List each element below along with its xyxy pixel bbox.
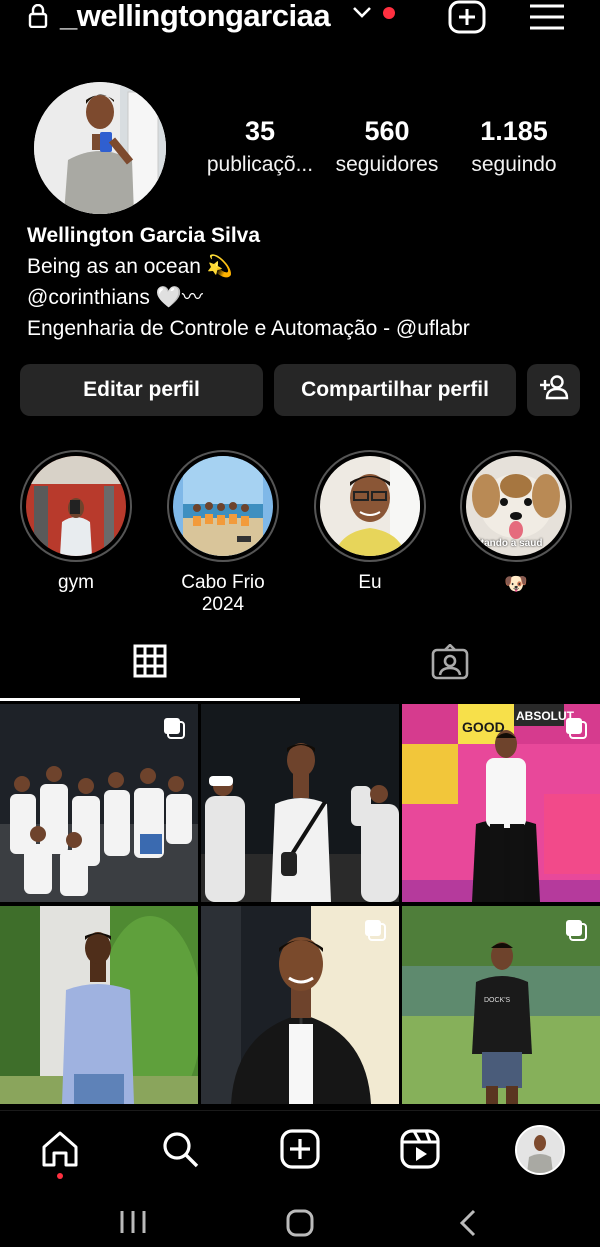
bio-line-2[interactable]: @corinthians 🤍〰	[27, 282, 470, 313]
stat-posts[interactable]: 35 publicaçõ...	[200, 116, 320, 177]
stat-following[interactable]: 1.185 seguindo	[464, 116, 564, 177]
profile-avatar[interactable]	[34, 82, 166, 214]
multiple-posts-icon	[363, 918, 387, 942]
tagged-icon[interactable]	[431, 643, 469, 685]
share-profile-button[interactable]: Compartilhar perfil	[274, 364, 516, 416]
highlight-label: gym	[58, 572, 94, 593]
highlight-label: Eu	[358, 572, 382, 593]
profile-avatar[interactable]	[515, 1125, 565, 1175]
search-icon[interactable]	[160, 1129, 200, 1174]
bio-line-1: Being as an ocean 💫	[27, 255, 233, 278]
profile-tabs	[0, 640, 600, 702]
followers-label: seguidores	[335, 153, 439, 176]
highlight-thumbnail	[173, 456, 273, 556]
highlight-thumbnail	[320, 456, 420, 556]
grid-icon[interactable]	[133, 644, 167, 683]
create-icon[interactable]	[280, 1129, 320, 1174]
bio: Wellington Garcia Silva Being as an ocea…	[27, 220, 470, 344]
multiple-posts-icon	[564, 716, 588, 740]
notification-dot	[57, 1173, 63, 1179]
active-tab-indicator	[0, 698, 300, 701]
username-switcher[interactable]: _wellingtongarciaa	[60, 0, 331, 34]
highlight-dog[interactable]: itando a saud 🐶	[458, 450, 574, 596]
reels-icon[interactable]	[400, 1129, 440, 1174]
post-overlay-text: GOOD	[462, 719, 505, 735]
post-thumbnail[interactable]	[201, 906, 399, 1104]
menu-icon[interactable]	[528, 3, 566, 36]
following-count: 1.185	[480, 116, 548, 146]
add-icon[interactable]	[448, 0, 486, 39]
edit-profile-button[interactable]: Editar perfil	[20, 364, 263, 416]
following-label: seguindo	[471, 153, 557, 176]
home-icon[interactable]	[40, 1129, 80, 1174]
post-grid: GOOD ABSOLUT. DOCK'S	[0, 704, 600, 1104]
post-thumbnail[interactable]	[0, 704, 198, 902]
highlight-thumbnail	[26, 456, 126, 556]
followers-count: 560	[364, 116, 410, 146]
stat-followers[interactable]: 560 seguidores	[328, 116, 446, 177]
bottom-navigation	[0, 1110, 600, 1190]
lock-icon	[28, 3, 48, 33]
post-thumbnail[interactable]: GOOD ABSOLUT.	[402, 704, 600, 902]
highlight-label: 🐶	[504, 574, 528, 595]
chevron-down-icon[interactable]	[352, 5, 372, 26]
post-thumbnail[interactable]	[201, 704, 399, 902]
highlight-cabo-frio[interactable]: Cabo Frio 2024	[165, 450, 281, 616]
discover-people-button[interactable]	[527, 364, 580, 416]
notification-dot	[383, 7, 395, 19]
highlight-gym[interactable]: gym	[18, 450, 134, 594]
recent-apps-icon[interactable]	[118, 1209, 148, 1240]
highlight-eu[interactable]: Eu	[312, 450, 428, 594]
post-thumbnail[interactable]: DOCK'S	[402, 906, 600, 1104]
posts-label: publicaçõ...	[206, 153, 314, 176]
multiple-posts-icon	[564, 918, 588, 942]
multiple-posts-icon	[162, 716, 186, 740]
post-thumbnail[interactable]	[0, 906, 198, 1104]
highlight-label: Cabo Frio 2024	[181, 572, 265, 615]
home-button-icon[interactable]	[286, 1209, 314, 1242]
highlight-overlay-text: itando a saud	[478, 538, 543, 549]
display-name: Wellington Garcia Silva	[27, 224, 261, 247]
posts-count: 35	[244, 116, 276, 146]
system-navigation-bar	[0, 1195, 600, 1247]
profile-header: _wellingtongarciaa	[0, 0, 600, 40]
svg-text:DOCK'S: DOCK'S	[484, 997, 511, 1004]
highlight-thumbnail: itando a saud	[466, 456, 566, 556]
add-person-icon	[539, 374, 569, 406]
bio-line-3[interactable]: Engenharia de Controle e Automação - @uf…	[27, 313, 470, 344]
back-icon[interactable]	[458, 1209, 478, 1242]
